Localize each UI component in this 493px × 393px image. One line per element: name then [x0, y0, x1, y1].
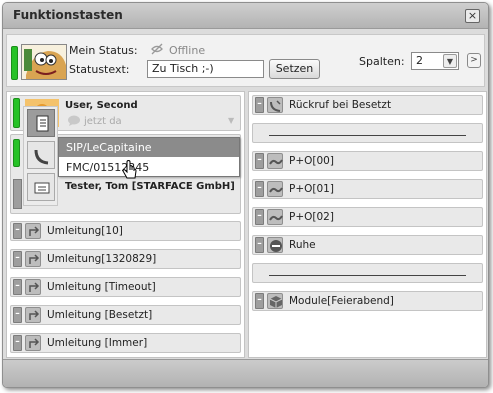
footer-bar: [3, 359, 488, 387]
expand-icon[interactable]: ▼: [228, 116, 234, 125]
message-button[interactable]: [27, 173, 55, 201]
key-label: Umleitung [Besetzt]: [47, 309, 153, 321]
key-label: Umleitung[10]: [47, 225, 123, 237]
call-target-dropdown: SIP/LeCapitaine FMC/01512345: [58, 137, 240, 177]
title-bar[interactable]: Funktionstasten ×: [3, 3, 488, 29]
function-keys-window: Funktionstasten × Mein Status: Offline S…: [2, 2, 489, 388]
function-key[interactable]: – Umleitung [Immer]: [10, 333, 241, 353]
user-presence-text: jetzt da: [84, 116, 122, 127]
separator-line: [269, 275, 466, 276]
remove-key-button[interactable]: –: [13, 279, 22, 295]
hand-cursor-icon: [122, 160, 137, 179]
function-key[interactable]: – P+O[01]: [252, 179, 483, 199]
function-key[interactable]: – P+O[00]: [252, 151, 483, 171]
status-led: [11, 46, 18, 80]
status-text-input[interactable]: Zu Tisch ;-): [147, 60, 264, 78]
forward-icon: [25, 279, 41, 295]
offline-icon: [151, 43, 163, 55]
contact-card-icon: [36, 115, 49, 132]
avatar-image: [22, 45, 66, 79]
module-icon: [267, 293, 283, 309]
remove-key-button[interactable]: –: [255, 153, 264, 169]
key-label: Umleitung[1320829]: [47, 253, 157, 265]
status-text-label: Statustext:: [69, 63, 130, 76]
remove-key-button[interactable]: –: [255, 181, 264, 197]
user-action-menu: [23, 106, 58, 206]
user-presence-led: [13, 98, 20, 128]
window-title: Funktionstasten: [13, 8, 123, 22]
separator-line: [269, 135, 466, 136]
function-key[interactable]: – Module[Feierabend]: [252, 291, 483, 311]
my-status-label: Mein Status:: [69, 44, 138, 57]
key-label: P+O[01]: [289, 183, 334, 195]
separator-key[interactable]: [252, 123, 483, 143]
dropdown-option[interactable]: FMC/01512345: [59, 158, 239, 177]
columns-select-value: 2: [416, 54, 423, 67]
remove-key-button[interactable]: –: [13, 307, 22, 323]
function-key[interactable]: – Umleitung[10]: [10, 221, 241, 241]
set-status-button[interactable]: Setzen: [269, 59, 320, 79]
function-key[interactable]: – Umleitung [Besetzt]: [10, 305, 241, 325]
right-key-column: – Rückruf bei Besetzt – P+O[00] – P+O[01…: [248, 91, 487, 358]
close-button[interactable]: ×: [465, 9, 480, 23]
user-name: User, Second: [65, 100, 138, 111]
function-key[interactable]: – Umleitung [Timeout]: [10, 277, 241, 297]
key-label: Umleitung [Immer]: [47, 337, 148, 349]
remove-key-button[interactable]: –: [255, 209, 264, 225]
remove-key-button[interactable]: –: [13, 335, 22, 351]
forward-icon: [25, 223, 41, 239]
pickup-icon: [267, 209, 283, 225]
user-name: Tester, Tom [STARFACE GmbH]: [65, 181, 235, 192]
columns-select[interactable]: 2 ▼: [411, 52, 459, 70]
key-label: Umleitung [Timeout]: [47, 281, 156, 293]
remove-key-button[interactable]: –: [255, 237, 264, 253]
remove-key-button[interactable]: –: [13, 223, 22, 239]
forward-icon: [25, 251, 41, 267]
forward-icon: [25, 307, 41, 323]
key-label: P+O[02]: [289, 211, 334, 223]
key-label: Rückruf bei Besetzt: [289, 99, 392, 111]
user-presence-led: [13, 139, 20, 167]
dropdown-option[interactable]: SIP/LeCapitaine: [59, 138, 239, 157]
pickup-icon: [267, 181, 283, 197]
contact-card-button[interactable]: [27, 109, 55, 137]
columns-label: Spalten:: [359, 55, 405, 68]
function-key[interactable]: – P+O[02]: [252, 207, 483, 227]
key-label: P+O[00]: [289, 155, 334, 167]
my-status-value: Offline: [169, 44, 206, 57]
callback-icon: [267, 97, 283, 113]
key-label: Module[Feierabend]: [289, 295, 394, 307]
call-button[interactable]: [27, 141, 55, 169]
key-label: Ruhe: [289, 239, 316, 251]
phone-icon: [34, 149, 49, 165]
function-key[interactable]: – Ruhe: [252, 235, 483, 255]
status-bar: Mein Status: Offline Statustext: Zu Tisc…: [6, 34, 485, 87]
remove-key-button[interactable]: –: [255, 293, 264, 309]
pickup-icon: [267, 153, 283, 169]
next-page-button[interactable]: >: [467, 53, 481, 68]
speech-bubble-icon: [68, 115, 80, 126]
avatar: [21, 44, 67, 80]
chevron-down-icon: ▼: [443, 54, 457, 68]
remove-key-handle[interactable]: [13, 179, 22, 209]
forward-icon: [25, 335, 41, 351]
do-not-disturb-icon: [267, 237, 283, 253]
function-key[interactable]: – Rückruf bei Besetzt: [252, 95, 483, 115]
message-icon: [34, 182, 50, 194]
function-key[interactable]: – Umleitung[1320829]: [10, 249, 241, 269]
remove-key-button[interactable]: –: [13, 251, 22, 267]
separator-key[interactable]: [252, 263, 483, 283]
remove-key-button[interactable]: –: [255, 97, 264, 113]
